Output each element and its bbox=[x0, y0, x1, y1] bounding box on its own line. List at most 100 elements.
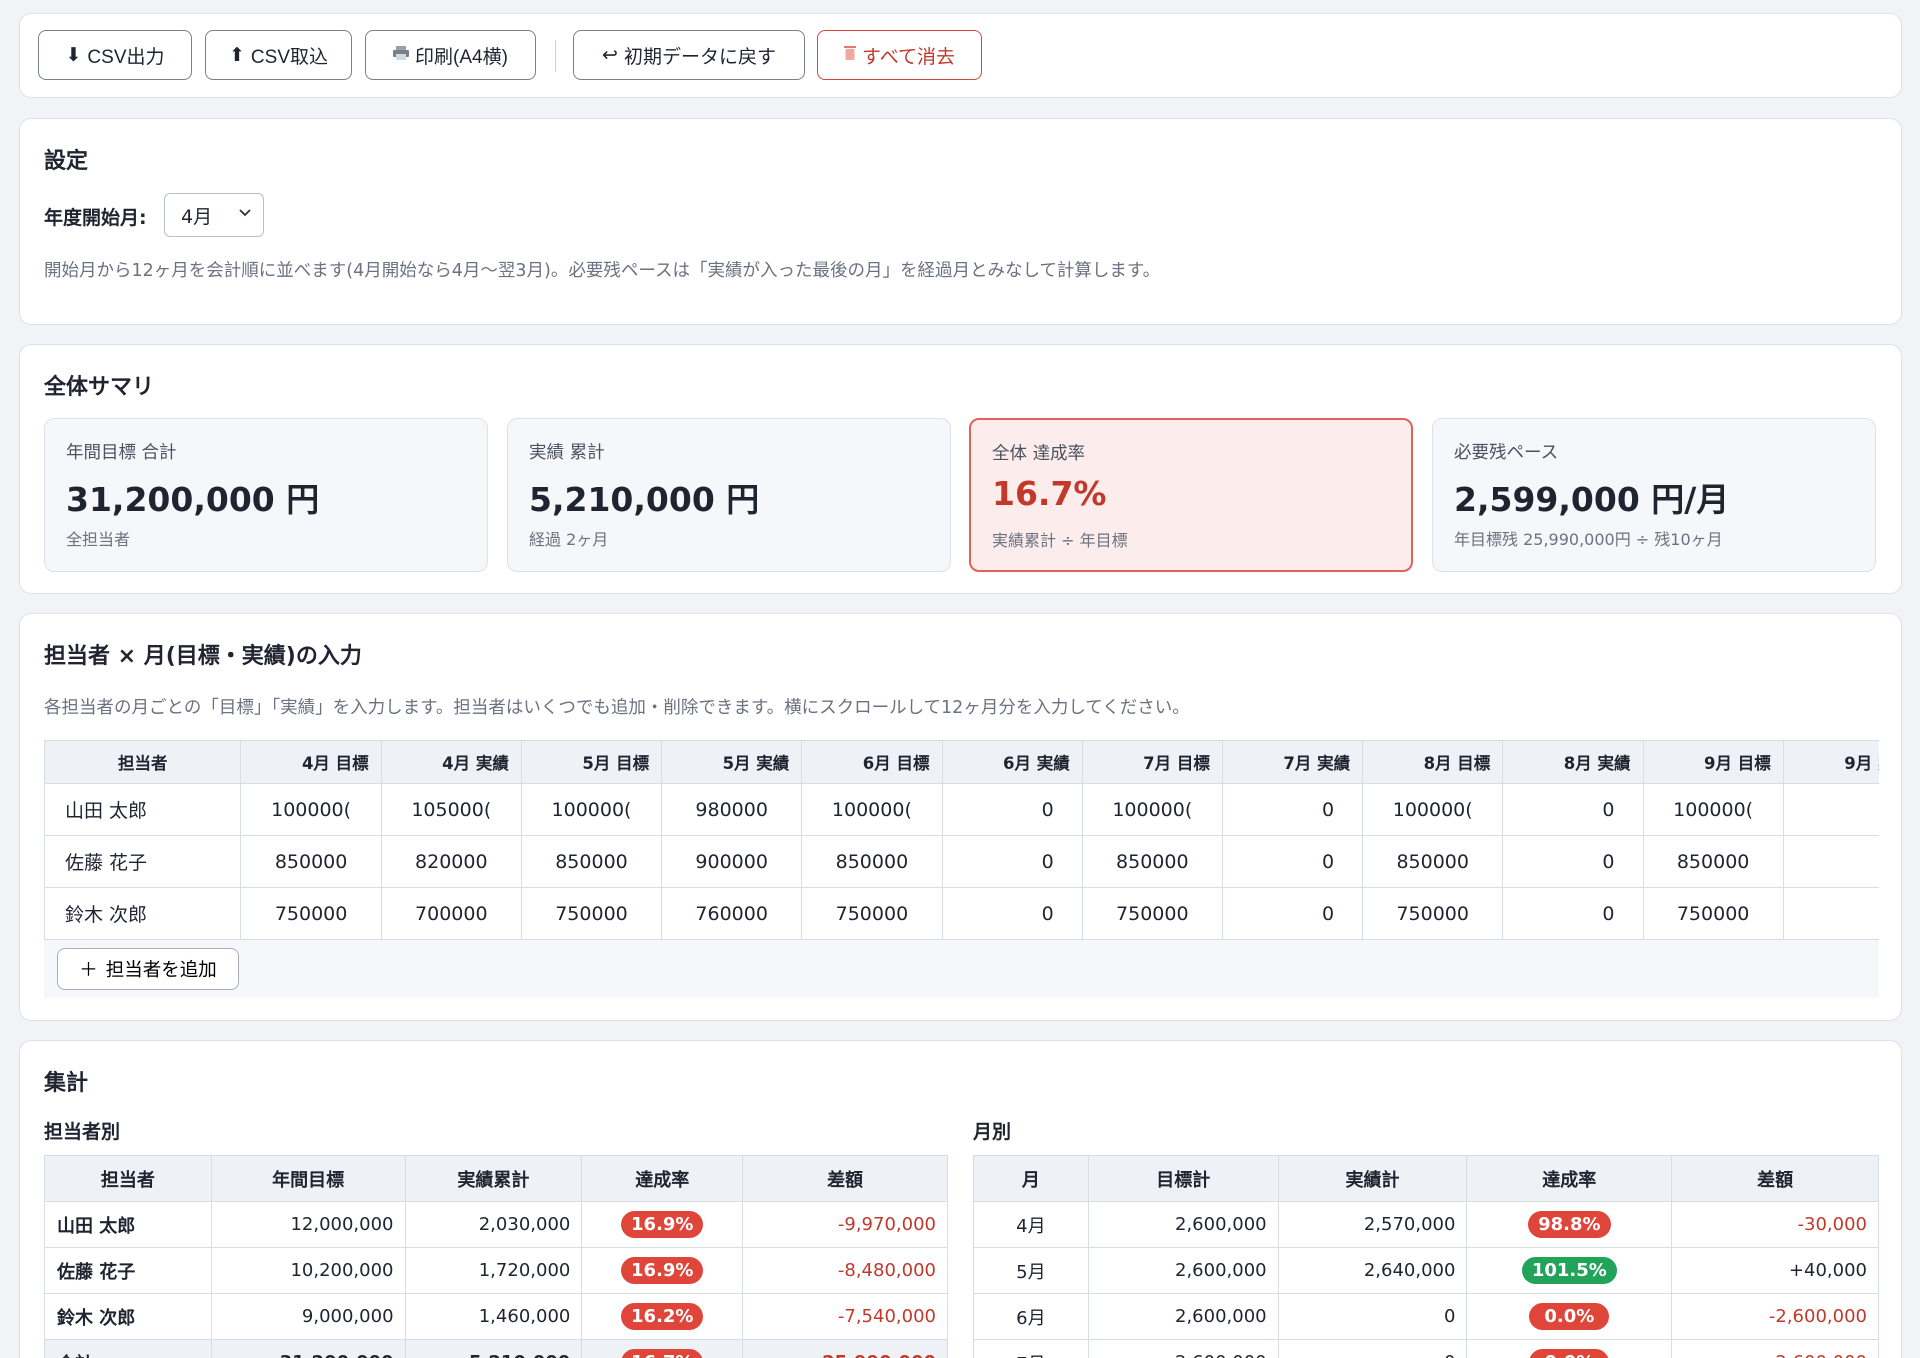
rate-badge: 101.5% bbox=[1521, 1257, 1617, 1284]
value-input[interactable]: 750000 bbox=[801, 887, 943, 940]
value-input[interactable]: 100000( bbox=[1081, 783, 1223, 836]
value-input[interactable]: 750000 bbox=[1642, 887, 1784, 940]
settings-panel: 設定 年度開始月: 4月 開始月から12ヶ月を会計順に並べます(4月開始なら4月… bbox=[19, 118, 1902, 325]
value-input[interactable]: 100000( bbox=[240, 783, 382, 836]
plus-icon: ＋ bbox=[79, 959, 98, 980]
value-input[interactable]: 0 bbox=[1221, 783, 1364, 836]
by-person-title: 担当者別 bbox=[44, 1121, 121, 1143]
rate-badge: 0.0% bbox=[1529, 1349, 1610, 1358]
totals-panel: 集計 担当者別 月別 担当者 年間目標 実績累計 達成率 差額 山田 太郎 12… bbox=[19, 1040, 1902, 1358]
table-row: 7月 2,600,000 0 0.0% -2,600,000 bbox=[973, 1339, 1879, 1358]
staff-name-input[interactable]: 佐藤 花子 bbox=[44, 835, 242, 888]
value-input[interactable]: 750000 bbox=[1081, 887, 1223, 940]
table-row: 5月 2,600,000 2,640,000 101.5% +40,000 bbox=[973, 1247, 1879, 1294]
value-input[interactable]: 850000 bbox=[240, 835, 382, 888]
staff-name-input[interactable]: 鈴木 次郎 bbox=[44, 887, 242, 940]
value-input[interactable]: 900000 bbox=[661, 835, 803, 888]
col-header: 6月 実績 bbox=[941, 740, 1083, 784]
start-month-select[interactable]: 4月 bbox=[164, 193, 264, 237]
value-input[interactable]: 0 bbox=[1502, 783, 1644, 836]
col-header: 達成率 bbox=[581, 1155, 744, 1202]
staff-name-input[interactable]: 山田 太郎 bbox=[44, 783, 242, 836]
printer-icon bbox=[393, 44, 410, 66]
value-input[interactable]: 100000( bbox=[520, 783, 663, 836]
by-person-table: 担当者 年間目標 実績累計 達成率 差額 山田 太郎 12,000,000 2,… bbox=[44, 1155, 948, 1358]
table-row-total: 合計 31,200,000 5,210,000 16.7% -25,990,00… bbox=[44, 1339, 948, 1358]
value-input[interactable]: 850000 bbox=[801, 835, 943, 888]
table-row: 4月 2,600,000 2,570,000 98.8% -30,000 bbox=[973, 1201, 1879, 1248]
stat-card-actual-total: 実績 累計 5,210,000 円 経過 2ヶ月 bbox=[507, 418, 951, 572]
input-panel: 担当者 × 月(目標・実績)の入力 各担当者の月ごとの「目標」「実績」を入力しま… bbox=[19, 613, 1902, 1021]
summary-panel: 全体サマリ 年間目標 合計 31,200,000 円 全担当者 実績 累計 5,… bbox=[19, 344, 1902, 594]
add-staff-button[interactable]: ＋ 担当者を追加 bbox=[57, 948, 239, 990]
col-header: 担当者 bbox=[44, 740, 242, 784]
col-header: 月 bbox=[973, 1155, 1089, 1202]
rate-badge: 16.9% bbox=[621, 1211, 704, 1238]
value-input[interactable]: 850000 bbox=[1362, 835, 1504, 888]
value-input[interactable]: 760000 bbox=[661, 887, 803, 940]
col-header: 7月 目標 bbox=[1081, 740, 1223, 784]
value-input[interactable]: 100000( bbox=[1642, 783, 1784, 836]
table-row: 6月 2,600,000 0 0.0% -2,600,000 bbox=[973, 1293, 1879, 1340]
value-input[interactable]: 750000 bbox=[520, 887, 663, 940]
col-header: 達成率 bbox=[1466, 1155, 1673, 1202]
value-input[interactable]: 0 bbox=[941, 887, 1083, 940]
input-table: 担当者 4月 目標 4月 実績 5月 目標 5月 実績 6月 目標 6月 実績 … bbox=[44, 740, 1879, 940]
value-input[interactable]: 100000( bbox=[1362, 783, 1504, 836]
value-input[interactable]: 0 bbox=[941, 835, 1083, 888]
download-icon: ⬇ bbox=[65, 44, 82, 66]
col-header: 差額 bbox=[1671, 1155, 1879, 1202]
value-input[interactable]: 750000 bbox=[1362, 887, 1504, 940]
summary-title: 全体サマリ bbox=[44, 375, 155, 400]
col-header: 4月 実績 bbox=[380, 740, 522, 784]
value-input[interactable]: 750000 bbox=[240, 887, 382, 940]
col-header: 6月 目標 bbox=[801, 740, 943, 784]
value-input[interactable]: 100000( bbox=[801, 783, 943, 836]
chevron-down-icon bbox=[239, 209, 251, 217]
input-table-scroll[interactable]: 担当者 4月 目標 4月 実績 5月 目標 5月 実績 6月 目標 6月 実績 … bbox=[44, 740, 1879, 998]
value-input[interactable]: 820000 bbox=[380, 835, 522, 888]
value-input[interactable]: 0 bbox=[1221, 887, 1364, 940]
value-input[interactable]: 0 bbox=[1221, 835, 1364, 888]
col-header: 5月 実績 bbox=[661, 740, 803, 784]
value-input[interactable]: 700000 bbox=[380, 887, 522, 940]
value-input[interactable]: 850000 bbox=[1081, 835, 1223, 888]
stat-card-required-pace: 必要残ペース 2,599,000 円/月 年目標残 25,990,000円 ÷ … bbox=[1432, 418, 1876, 572]
settings-note: 開始月から12ヶ月を会計順に並べます(4月開始なら4月〜翌3月)。必要残ペースは… bbox=[44, 261, 1161, 281]
col-header: 9月 目標 bbox=[1642, 740, 1784, 784]
stat-card-annual-target: 年間目標 合計 31,200,000 円 全担当者 bbox=[44, 418, 488, 572]
clear-all-button[interactable]: すべて消去 bbox=[817, 30, 982, 80]
csv-import-button[interactable]: ⬆ CSV取込 bbox=[205, 30, 352, 80]
toolbar-divider bbox=[555, 40, 556, 72]
value-input[interactable]: 0 bbox=[1782, 887, 1879, 940]
rate-badge: 16.7% bbox=[621, 1349, 704, 1358]
csv-export-button[interactable]: ⬇ CSV出力 bbox=[38, 30, 192, 80]
value-input[interactable]: 0 bbox=[1502, 887, 1644, 940]
col-header: 5月 目標 bbox=[520, 740, 663, 784]
col-header: 実績計 bbox=[1277, 1155, 1468, 1202]
value-input[interactable]: 0 bbox=[1502, 835, 1644, 888]
rate-badge: 16.9% bbox=[621, 1257, 704, 1284]
value-input[interactable]: 105000( bbox=[380, 783, 522, 836]
print-button[interactable]: 印刷(A4横) bbox=[365, 30, 536, 80]
upload-icon: ⬆ bbox=[229, 44, 245, 66]
reset-data-button[interactable]: ↩ 初期データに戻す bbox=[573, 30, 805, 80]
value-input[interactable]: 0 bbox=[1782, 783, 1879, 836]
trash-icon bbox=[844, 44, 857, 66]
col-header: 9月 実績 bbox=[1782, 740, 1879, 784]
settings-title: 設定 bbox=[44, 149, 89, 174]
stat-card-achievement-rate: 全体 達成率 16.7% 実績累計 ÷ 年目標 bbox=[969, 418, 1413, 572]
undo-icon: ↩ bbox=[602, 44, 618, 66]
value-input[interactable]: 0 bbox=[941, 783, 1083, 836]
col-header: 8月 実績 bbox=[1502, 740, 1644, 784]
value-input[interactable]: 980000 bbox=[661, 783, 803, 836]
table-row: 鈴木 次郎 9,000,000 1,460,000 16.2% -7,540,0… bbox=[44, 1293, 948, 1340]
value-input[interactable]: 850000 bbox=[520, 835, 663, 888]
col-header: 4月 目標 bbox=[240, 740, 382, 784]
value-input[interactable]: 0 bbox=[1782, 835, 1879, 888]
by-month-title: 月別 bbox=[973, 1121, 1012, 1143]
value-input[interactable]: 850000 bbox=[1642, 835, 1784, 888]
toolbar: ⬇ CSV出力 ⬆ CSV取込 印刷(A4横) ↩ 初期データに戻す すべて消去 bbox=[19, 13, 1902, 98]
col-header: 担当者 bbox=[44, 1155, 212, 1202]
col-header: 実績累計 bbox=[404, 1155, 583, 1202]
